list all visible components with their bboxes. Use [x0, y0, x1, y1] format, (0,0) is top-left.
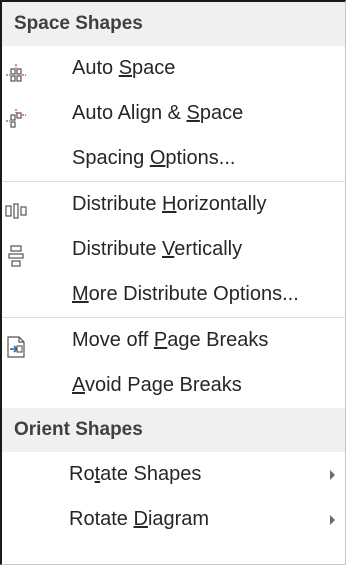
- auto-space-label: Auto Space: [72, 57, 176, 79]
- distribute-horizontally-icon: [5, 194, 27, 219]
- more-distribute-options-label: More Distribute Options...: [72, 283, 299, 305]
- rotate-diagram-label: Rotate Diagram: [69, 508, 210, 530]
- distribute-vertically-label: Distribute Vertically: [72, 238, 243, 260]
- avoid-page-breaks-label: Avoid Page Breaks: [72, 374, 242, 396]
- auto-align-space-icon: [5, 103, 27, 128]
- section-header-space-shapes: Space Shapes: [2, 2, 345, 46]
- menu-item-auto-space[interactable]: Auto Space: [2, 46, 345, 91]
- menu-item-distribute-vertically[interactable]: Distribute Vertically: [2, 227, 345, 272]
- menu-item-rotate-shapes[interactable]: Rotate Shapes: [2, 452, 345, 497]
- chevron-right-icon: [330, 515, 335, 525]
- rotate-shapes-label: Rotate Shapes: [69, 463, 202, 485]
- menu-item-move-off-page-breaks[interactable]: Move off Page Breaks: [2, 318, 345, 363]
- move-off-page-breaks-label: Move off Page Breaks: [72, 329, 269, 351]
- chevron-right-icon: [330, 470, 335, 480]
- menu-item-avoid-page-breaks[interactable]: Avoid Page Breaks: [2, 363, 345, 408]
- menu-item-rotate-diagram[interactable]: Rotate Diagram: [2, 497, 345, 542]
- menu-item-spacing-options[interactable]: Spacing Options...: [2, 136, 345, 181]
- move-off-page-breaks-icon: [5, 330, 27, 358]
- distribute-vertically-icon: [5, 239, 27, 267]
- auto-space-icon: [5, 58, 27, 82]
- spacing-options-label: Spacing Options...: [72, 147, 236, 169]
- menu-item-more-distribute-options[interactable]: More Distribute Options...: [2, 272, 345, 317]
- menu-item-auto-align-space[interactable]: Auto Align & Space: [2, 91, 345, 136]
- section-header-orient-shapes: Orient Shapes: [2, 408, 345, 452]
- distribute-horizontally-label: Distribute Horizontally: [72, 193, 267, 215]
- auto-align-space-label: Auto Align & Space: [72, 102, 244, 124]
- space-shapes-menu: Space Shapes Auto Space Auto Align & Spa…: [0, 0, 346, 565]
- menu-item-distribute-horizontally[interactable]: Distribute Horizontally: [2, 182, 345, 227]
